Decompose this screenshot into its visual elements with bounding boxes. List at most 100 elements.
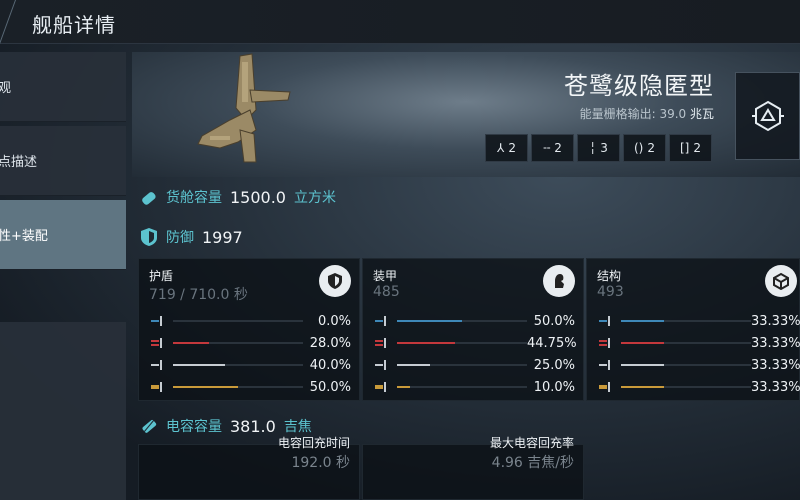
power-grid-label: 能量栅格输出: [579,107,656,121]
explosive-damage-icon [599,382,610,392]
capacitor-value: 381.0 [230,416,276,436]
resist-row-thermal: 44.75% [375,335,577,351]
structure-hp: 493 [597,284,624,300]
resist-value-thermal: 44.75% [527,335,577,351]
cargo-value: 1500.0 [230,187,286,207]
resist-value-em: 0.0% [317,313,351,329]
resist-bar-explosive [621,386,665,388]
resist-value-thermal: 28.0% [309,335,351,351]
resist-bar-thermal [397,342,456,344]
resist-value-kinetic: 33.33% [751,357,800,373]
cargo-unit: 立方米 [293,190,336,206]
sidebar: 观 点描述 性+装配 [0,52,128,500]
resist-row-kinetic: 33.33% [599,357,800,373]
capacitor-label: 电容容量 [166,419,222,435]
power-grid-output: 能量栅格输出: 39.0 兆瓦 [580,105,714,122]
explosive-damage-icon [375,382,386,392]
rig-slot-count: () 2 [623,134,666,162]
resist-bar-em [397,320,462,322]
sidebar-empty-area [0,322,126,500]
sidebar-item-appearance[interactable]: 观 [0,52,126,122]
resist-row-explosive: 50.0% [151,379,351,395]
resist-value-em: 50.0% [533,313,575,329]
kinetic-damage-icon [151,360,162,370]
window-header: 舰船详情 [0,0,800,44]
structure-card: 结构 493 33.33% 33.33% 33.33% 33.33% [586,258,800,401]
resist-value-kinetic: 25.0% [533,357,575,373]
shield-layer-icon [319,265,351,297]
sidebar-item-label: 点描述 [0,155,38,170]
defense-value: 1997 [202,227,243,247]
power-grid-unit: 兆瓦 [689,107,714,121]
resist-bar-explosive [173,386,238,388]
sidebar-item-label: 性+装配 [0,229,48,244]
resist-value-kinetic: 40.0% [309,357,351,373]
thermal-damage-icon [375,338,386,348]
resist-value-em: 33.33% [751,313,800,329]
resist-bar-kinetic [397,364,430,366]
resist-row-thermal: 33.33% [599,335,800,351]
explosive-damage-icon [151,382,162,392]
subsystem-slot-count: [] 2 [669,134,712,162]
sidebar-item-label: 观 [0,81,12,96]
resist-bar-kinetic [621,364,665,366]
cargo-label: 货舱容量 [166,190,222,206]
resist-value-explosive: 33.33% [751,379,800,395]
armor-title: 装甲 [373,269,398,283]
resist-row-em: 50.0% [375,313,575,329]
resist-bar-explosive [397,386,410,388]
shield-card: 护盾 719 / 710.0 秒 0.0% 28.0% 40.0% 50.0% [138,258,360,401]
shield-hp: 719 / 710.0 秒 [149,287,248,303]
power-grid-value: 39.0 [659,107,687,121]
em-damage-icon [151,316,162,326]
low-slot-count: ╎ 3 [577,134,620,162]
shield-icon [141,228,157,246]
kinetic-damage-icon [375,360,386,370]
armor-hp: 485 [373,284,400,300]
resist-row-em: 0.0% [151,313,351,329]
rig-slot-icon: () [633,141,644,155]
resist-bar-kinetic [173,364,225,366]
em-damage-icon [375,316,386,326]
resist-bar-em [621,320,665,322]
thermal-damage-icon [599,338,610,348]
sidebar-item-attributes-fitting[interactable]: 性+装配 [0,200,126,270]
subsystem-slot-icon: [] [679,141,690,155]
mid-slot-count: ╌ 2 [531,134,574,162]
capacitor-recharge-label: 电容回充时间 [277,436,350,450]
low-slot-icon: ╎ [589,141,597,155]
cargo-icon [142,192,156,205]
resist-row-explosive: 33.33% [599,379,800,395]
mid-slot-icon: ╌ [543,141,551,155]
page-title: 舰船详情 [32,13,116,37]
fitting-icon [751,100,784,132]
resist-row-kinetic: 40.0% [151,357,351,373]
kinetic-damage-icon [599,360,610,370]
back-button[interactable] [0,0,16,44]
structure-layer-icon [765,265,797,297]
shield-title: 护盾 [149,269,174,283]
armor-card: 装甲 485 50.0% 44.75% 25.0% 10.0% [362,258,584,401]
em-damage-icon [599,316,610,326]
high-slot-count: ⅄ 2 [485,134,528,162]
resist-row-explosive: 10.0% [375,379,575,395]
armor-layer-icon [543,265,575,297]
resist-value-explosive: 50.0% [309,379,351,395]
resist-row-em: 33.33% [599,313,800,329]
capacitor-unit: 吉焦 [283,419,312,435]
high-slot-icon: ⅄ [497,141,505,155]
slot-summary: ⅄ 2 ╌ 2 ╎ 3 () 2 [] 2 [485,134,712,162]
defense-label: 防御 [166,230,194,246]
sidebar-item-description[interactable]: 点描述 [0,126,126,196]
capacitor-recharge-value: 192.0 秒 [291,455,350,471]
resist-row-kinetic: 25.0% [375,357,575,373]
resist-value-explosive: 10.0% [533,379,575,395]
resist-row-thermal: 28.0% [151,335,351,351]
resist-bar-thermal [173,342,210,344]
cargo-capacity-row: 货舱容量 1500.0 立方米 [138,184,336,210]
thermal-damage-icon [151,338,162,348]
resist-value-thermal: 33.33% [751,335,800,351]
capacitor-max-rate-label: 最大电容回充率 [489,436,574,450]
fitting-button[interactable] [735,72,800,160]
ship-model-image [197,53,291,163]
